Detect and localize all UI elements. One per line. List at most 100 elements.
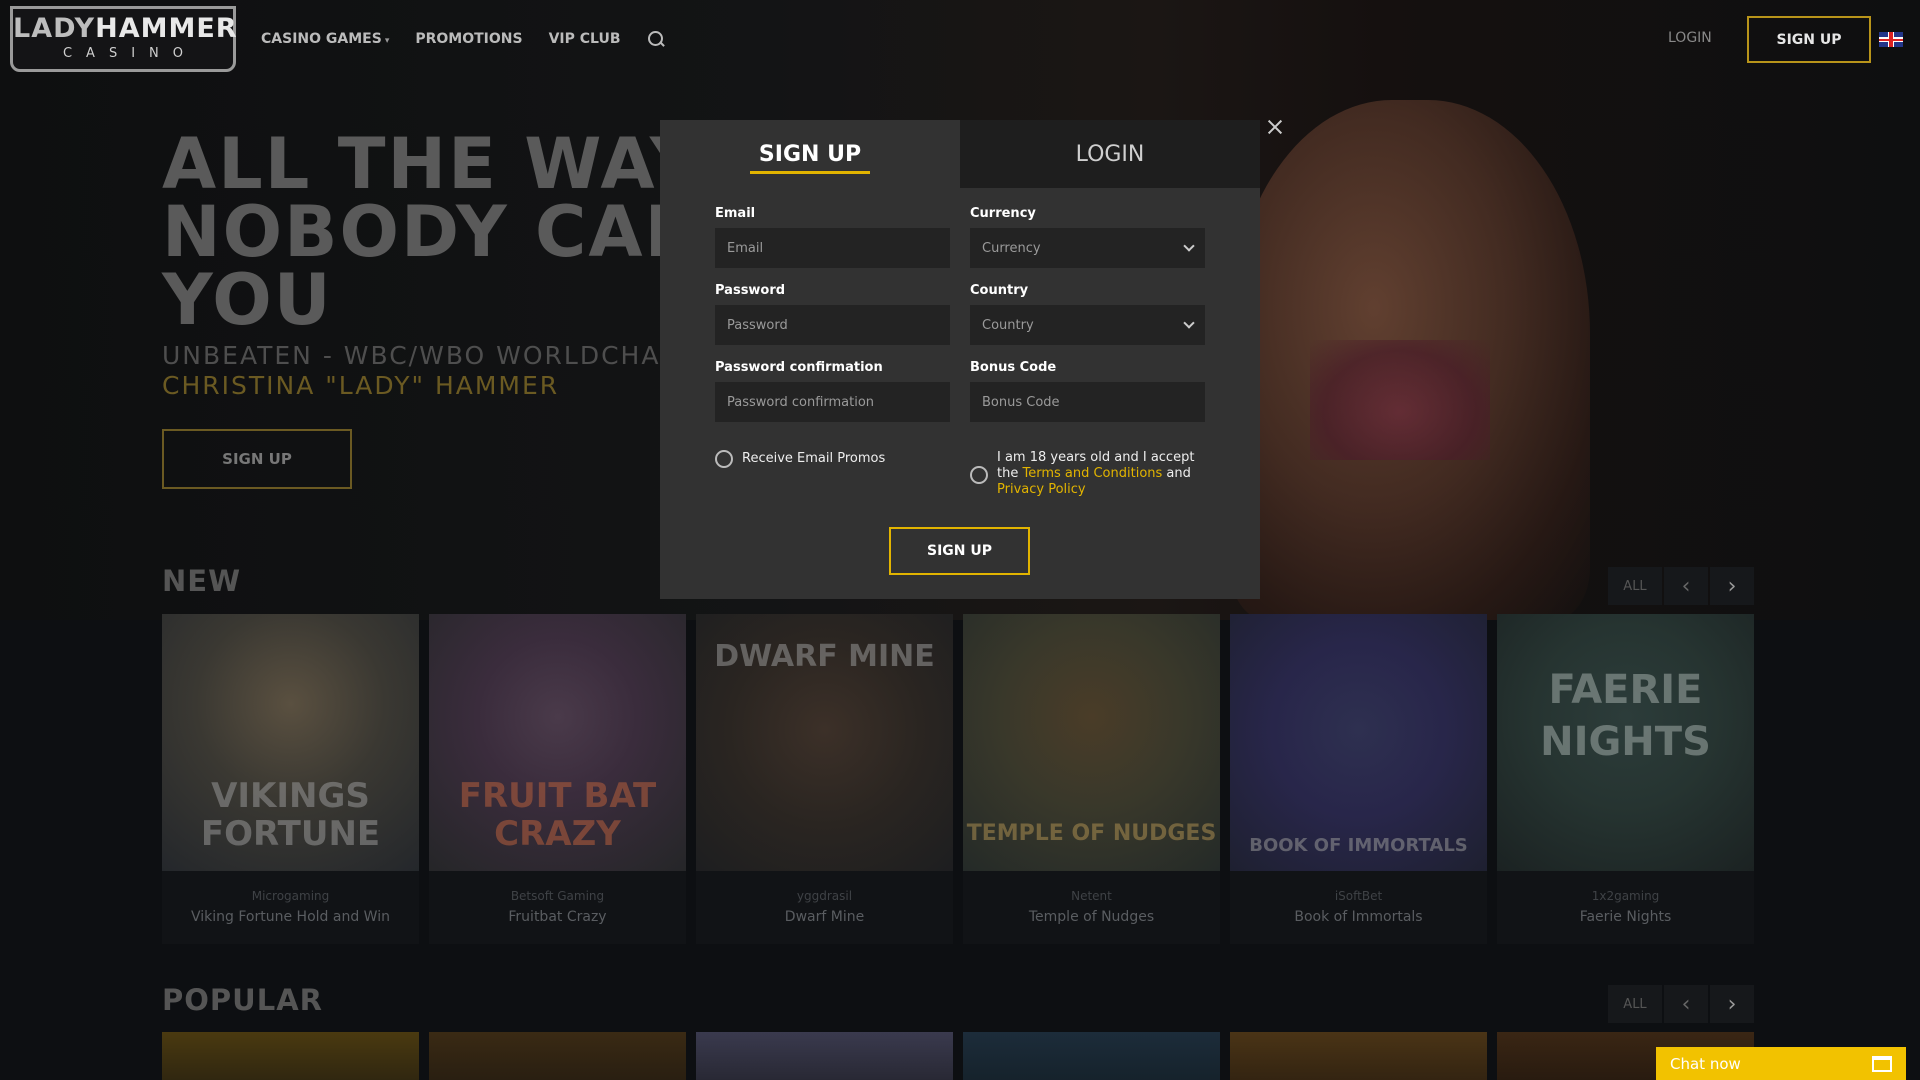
modal-signup-button[interactable]: SIGN UP	[889, 527, 1030, 575]
game-card[interactable]: BOOK OF IMMORTALS iSoftBet Book of Immor…	[1230, 614, 1487, 944]
close-icon[interactable]	[1264, 116, 1286, 138]
email-promos-radio[interactable]	[715, 450, 733, 468]
game-card[interactable]	[162, 1032, 419, 1080]
game-art-title: FRUIT BAT CRAZY	[458, 776, 657, 854]
tab-login[interactable]: LOGIN	[960, 120, 1260, 188]
password-confirmation-label: Password confirmation	[715, 360, 883, 375]
game-thumbnail: BOOK OF IMMORTALS	[1230, 614, 1487, 871]
site-header: LADYHAMMER CASINO CASINO GAMES ▾ PROMOTIO…	[0, 0, 1920, 80]
game-thumbnail: FRUIT BAT CRAZY	[429, 614, 686, 871]
currency-select[interactable]: Currency	[970, 228, 1205, 268]
game-provider: yggdrasil	[796, 889, 853, 903]
game-art-title: FAERIE NIGHTS	[1540, 667, 1711, 765]
game-provider: Betsoft Gaming	[510, 889, 605, 903]
currency-select-value: Currency	[982, 240, 1041, 256]
signup-form: Email Currency Currency Password Country…	[715, 206, 1205, 437]
game-name: Faerie Nights	[1579, 909, 1672, 925]
password-label: Password	[715, 283, 786, 298]
game-art-title: BOOK OF IMMORTALS	[1249, 835, 1468, 856]
chevron-right-icon[interactable]: ›	[1710, 985, 1754, 1023]
new-games-row: VIKINGS FORTUNE Microgaming Viking Fortu…	[162, 614, 1754, 944]
nav-vip-club[interactable]: VIP CLUB	[549, 31, 621, 47]
nav-promotions[interactable]: PROMOTIONS	[415, 31, 522, 47]
hero-subtitle-name: CHRISTINA "LADY" HAMMER	[162, 371, 560, 400]
chevron-right-icon[interactable]: ›	[1710, 567, 1754, 605]
chat-widget[interactable]: Chat now	[1656, 1047, 1906, 1080]
section-title-new: NEW	[162, 564, 242, 598]
game-provider: iSoftBet	[1334, 889, 1383, 903]
email-promos-option: Receive Email Promos	[715, 450, 945, 468]
country-select[interactable]: Country	[970, 305, 1205, 345]
new-carousel-controls: ALL ‹ ›	[1608, 567, 1754, 605]
password-field[interactable]	[727, 317, 938, 333]
bonus-code-field[interactable]	[982, 394, 1193, 410]
game-provider: Microgaming	[251, 889, 330, 903]
tab-signup[interactable]: SIGN UP	[660, 120, 960, 188]
privacy-link[interactable]: Privacy Policy	[997, 482, 1086, 497]
game-card[interactable]: FAERIE NIGHTS 1x2gaming Faerie Nights	[1497, 614, 1754, 944]
game-art-title: DWARF MINE	[714, 639, 935, 674]
game-thumbnail: TEMPLE OF NUDGES	[963, 614, 1220, 871]
game-thumbnail: VIKINGS FORTUNE	[162, 614, 419, 871]
chevron-left-icon[interactable]: ‹	[1664, 985, 1708, 1023]
game-card[interactable]: TEMPLE OF NUDGES Netent Temple of Nudges	[963, 614, 1220, 944]
terms-option: I am 18 years old and I accept the Terms…	[970, 450, 1215, 498]
logo-word-lady: LADY	[13, 13, 96, 44]
header-signup-button[interactable]: SIGN UP	[1747, 16, 1871, 63]
modal-tabs: SIGN UP LOGIN	[660, 120, 1260, 188]
game-provider: Netent	[1071, 889, 1112, 903]
bonus-code-label: Bonus Code	[970, 360, 1057, 375]
logo-subtitle: CASINO	[62, 46, 197, 61]
hero-boxer-top	[1310, 340, 1490, 460]
country-field-group: Country Country	[970, 283, 1205, 345]
hero-signup-button[interactable]: SIGN UP	[162, 429, 352, 489]
game-provider: 1x2gaming	[1591, 889, 1660, 903]
password-confirmation-field[interactable]	[727, 394, 938, 410]
bonus-code-wrap	[970, 382, 1205, 422]
game-name: Fruitbat Crazy	[508, 909, 607, 925]
game-card[interactable]	[1230, 1032, 1487, 1080]
password-field-wrap	[715, 305, 950, 345]
email-field-group: Email	[715, 206, 950, 268]
signup-modal: SIGN UP LOGIN Email Currency Currency Pa…	[660, 120, 1260, 599]
game-name: Book of Immortals	[1294, 909, 1423, 925]
search-icon[interactable]	[647, 30, 665, 48]
country-label: Country	[970, 283, 1029, 298]
email-label: Email	[715, 206, 756, 221]
email-field-wrap	[715, 228, 950, 268]
game-card[interactable]: DWARF MINE yggdrasil Dwarf Mine	[696, 614, 953, 944]
terms-link[interactable]: Terms and Conditions	[1022, 466, 1162, 481]
uk-flag-icon[interactable]	[1879, 32, 1903, 47]
new-all-button[interactable]: ALL	[1608, 567, 1662, 605]
logo-word-hammer: HAMMER	[95, 13, 238, 44]
chevron-down-icon	[1183, 240, 1195, 252]
currency-field-group: Currency Currency	[970, 206, 1205, 268]
header-login-link[interactable]: LOGIN	[1668, 30, 1712, 46]
game-card[interactable]: VIKINGS FORTUNE Microgaming Viking Fortu…	[162, 614, 419, 944]
chevron-left-icon[interactable]: ‹	[1664, 567, 1708, 605]
nav-casino-games[interactable]: CASINO GAMES ▾	[261, 31, 389, 47]
game-name: Dwarf Mine	[784, 909, 865, 925]
game-name: Viking Fortune Hold and Win	[191, 909, 390, 925]
password-confirmation-group: Password confirmation	[715, 360, 950, 422]
game-name: Temple of Nudges	[1028, 909, 1155, 925]
chat-window-icon	[1872, 1055, 1892, 1072]
game-art-title: VIKINGS FORTUNE	[200, 776, 381, 854]
nav-casino-games-label: CASINO GAMES	[261, 31, 382, 47]
email-field[interactable]	[727, 240, 938, 256]
game-card[interactable]: FRUIT BAT CRAZY Betsoft Gaming Fruitbat …	[429, 614, 686, 944]
logo-wordmark: LADYHAMMER	[13, 13, 236, 44]
game-card[interactable]	[429, 1032, 686, 1080]
country-select-value: Country	[982, 317, 1034, 333]
game-card[interactable]	[963, 1032, 1220, 1080]
chevron-down-icon: ▾	[384, 36, 390, 46]
game-card[interactable]	[696, 1032, 953, 1080]
password-field-group: Password	[715, 283, 950, 345]
game-thumbnail: FAERIE NIGHTS	[1497, 614, 1754, 871]
chevron-down-icon	[1183, 317, 1195, 329]
main-nav: CASINO GAMES ▾ PROMOTIONS VIP CLUB	[261, 30, 665, 48]
chat-label: Chat now	[1670, 1054, 1741, 1073]
popular-all-button[interactable]: ALL	[1608, 985, 1662, 1023]
site-logo[interactable]: LADYHAMMER CASINO	[10, 6, 236, 72]
terms-radio[interactable]	[970, 466, 988, 484]
